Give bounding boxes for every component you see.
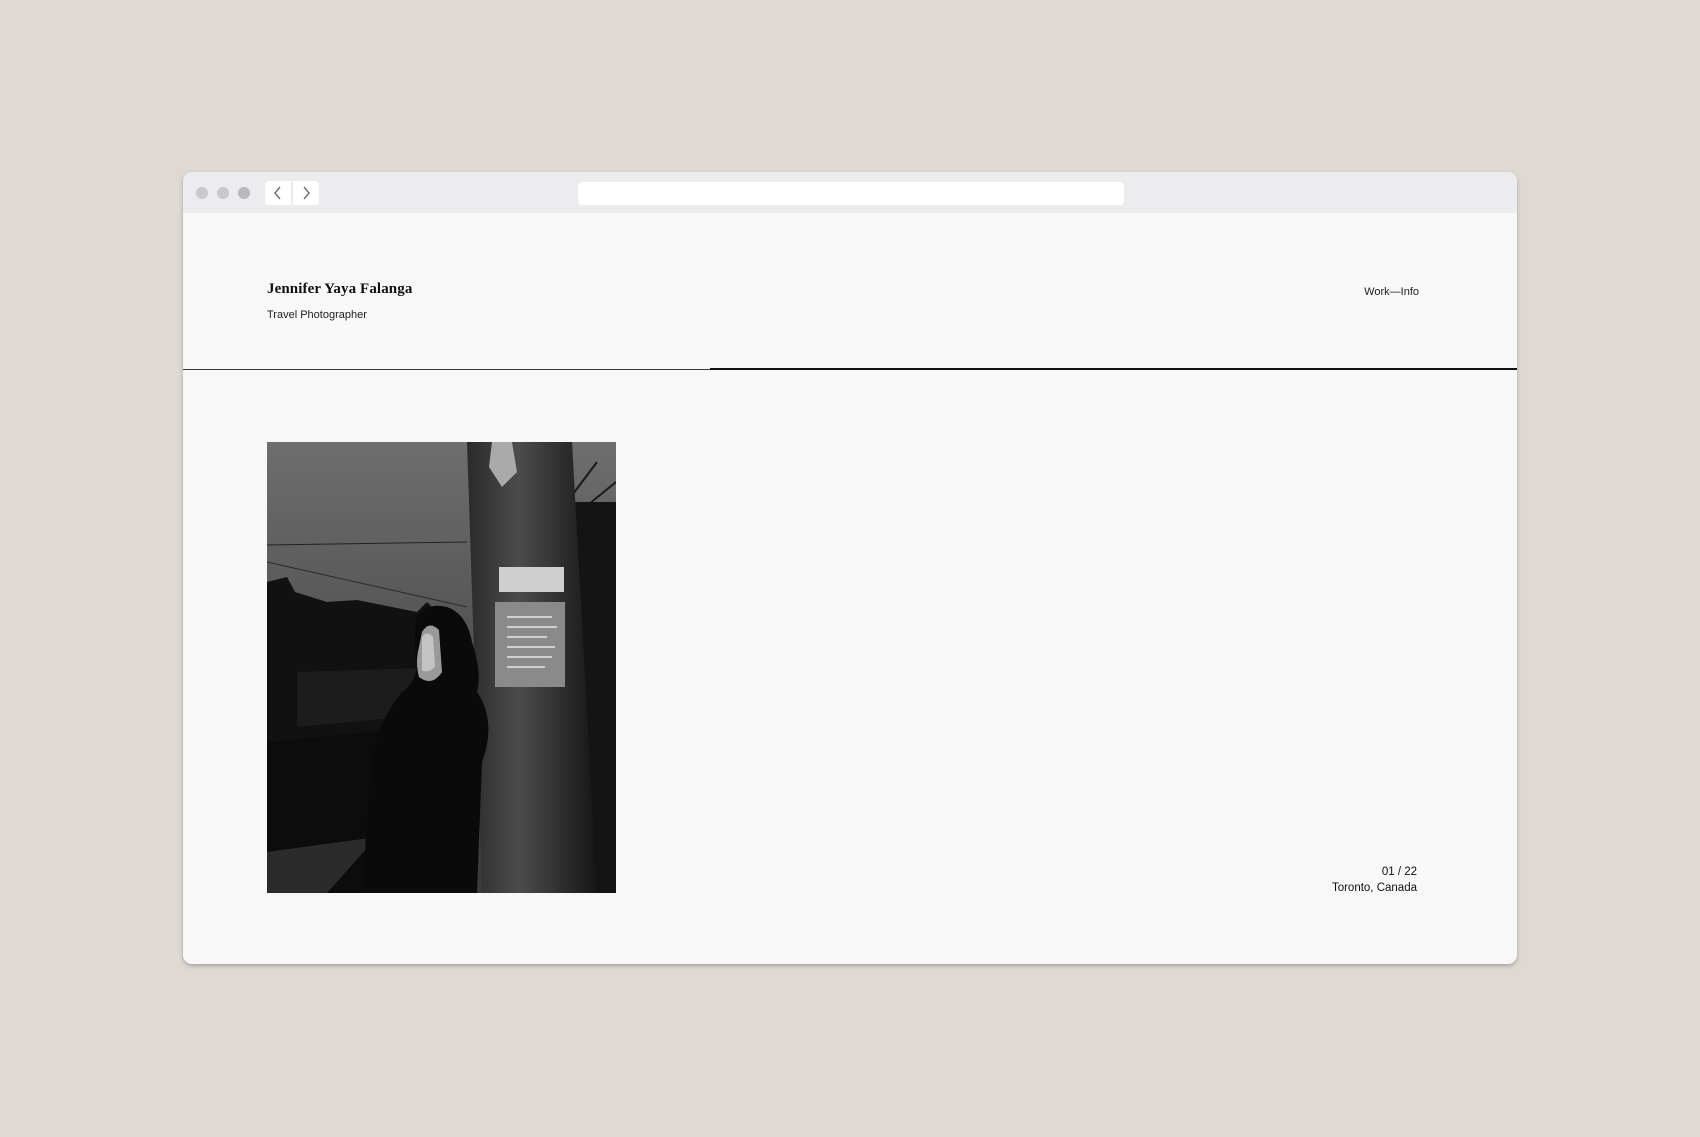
- photo-flyer: [495, 602, 565, 687]
- photo-counter: 01 / 22: [1381, 866, 1417, 878]
- photo-caption: 01 / 22 Toronto, Canada: [1332, 864, 1417, 896]
- site-subtitle: Travel Photographer: [267, 309, 367, 321]
- site-title[interactable]: Jennifer Yaya Falanga: [267, 281, 412, 298]
- header-divider-progress: [710, 368, 1517, 370]
- browser-window: Jennifer Yaya Falanga Travel Photographe…: [183, 172, 1517, 964]
- maximize-window-dot[interactable]: [238, 187, 250, 199]
- gallery-photo[interactable]: [267, 442, 616, 893]
- photo-location: Toronto, Canada: [1331, 882, 1417, 894]
- nav-work-link[interactable]: Work: [1364, 286, 1389, 298]
- chevron-left-icon: [274, 186, 281, 200]
- nav-info-link[interactable]: Info: [1401, 286, 1419, 298]
- header-divider-left: [183, 369, 710, 370]
- photo-face-highlight: [422, 633, 435, 672]
- back-button[interactable]: [265, 181, 291, 205]
- chevron-right-icon: [303, 186, 310, 200]
- photo-poster: [499, 567, 564, 592]
- close-window-dot[interactable]: [196, 187, 208, 199]
- nav-separator: —: [1389, 286, 1401, 298]
- main-nav: Work—Info: [1364, 286, 1419, 298]
- address-bar[interactable]: [578, 182, 1124, 205]
- forward-button[interactable]: [293, 181, 319, 205]
- minimize-window-dot[interactable]: [217, 187, 229, 199]
- browser-toolbar: [183, 172, 1517, 213]
